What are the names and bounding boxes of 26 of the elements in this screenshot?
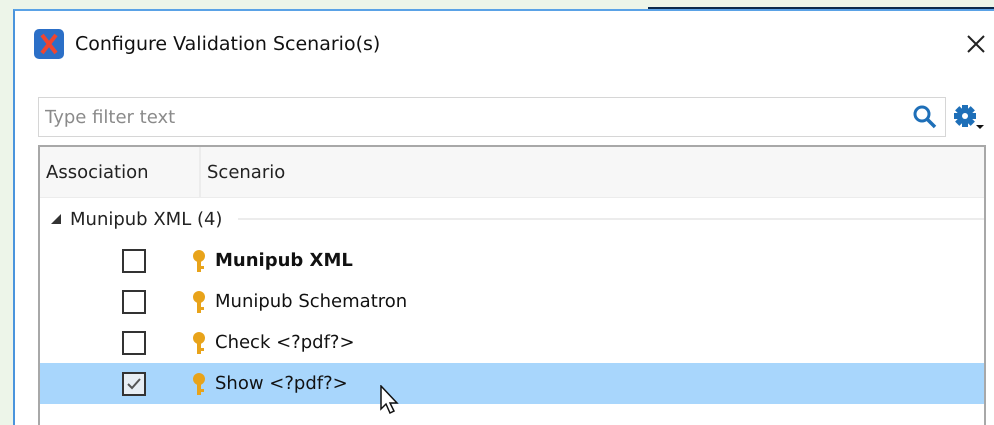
association-checkbox[interactable]: [122, 330, 146, 354]
key-icon: [191, 290, 207, 314]
column-header[interactable]: Scenario: [201, 147, 292, 197]
association-checkbox[interactable]: [122, 372, 146, 396]
scenario-row[interactable]: Show <?pdf?>: [40, 363, 984, 404]
mouse-cursor-icon: [380, 385, 400, 415]
column-header[interactable]: Association: [40, 147, 201, 197]
key-icon: [191, 330, 207, 354]
scenario-row[interactable]: Munipub XML: [40, 240, 984, 281]
scenario-name: Check <?pdf?>: [215, 332, 355, 353]
scenario-row[interactable]: Munipub Schematron: [40, 281, 984, 322]
app-logo-icon: [33, 28, 65, 60]
association-checkbox[interactable]: [122, 290, 146, 314]
key-icon: [191, 372, 207, 396]
scenario-name: Munipub Schematron: [215, 291, 408, 312]
expand-toggle[interactable]: [50, 213, 62, 225]
scenario-row[interactable]: Check <?pdf?>: [40, 322, 984, 363]
association-checkbox[interactable]: [122, 248, 146, 272]
window-title: Configure Validation Scenario(s): [75, 33, 382, 55]
key-icon: [191, 248, 207, 272]
scenario-name: Show <?pdf?>: [215, 373, 348, 394]
group-label: Munipub XML (4): [70, 208, 222, 230]
filter-field[interactable]: Type filter text: [38, 97, 946, 137]
scenario-name: Munipub XML: [215, 250, 353, 271]
settings-button[interactable]: [952, 103, 986, 131]
search-icon[interactable]: [912, 104, 938, 130]
